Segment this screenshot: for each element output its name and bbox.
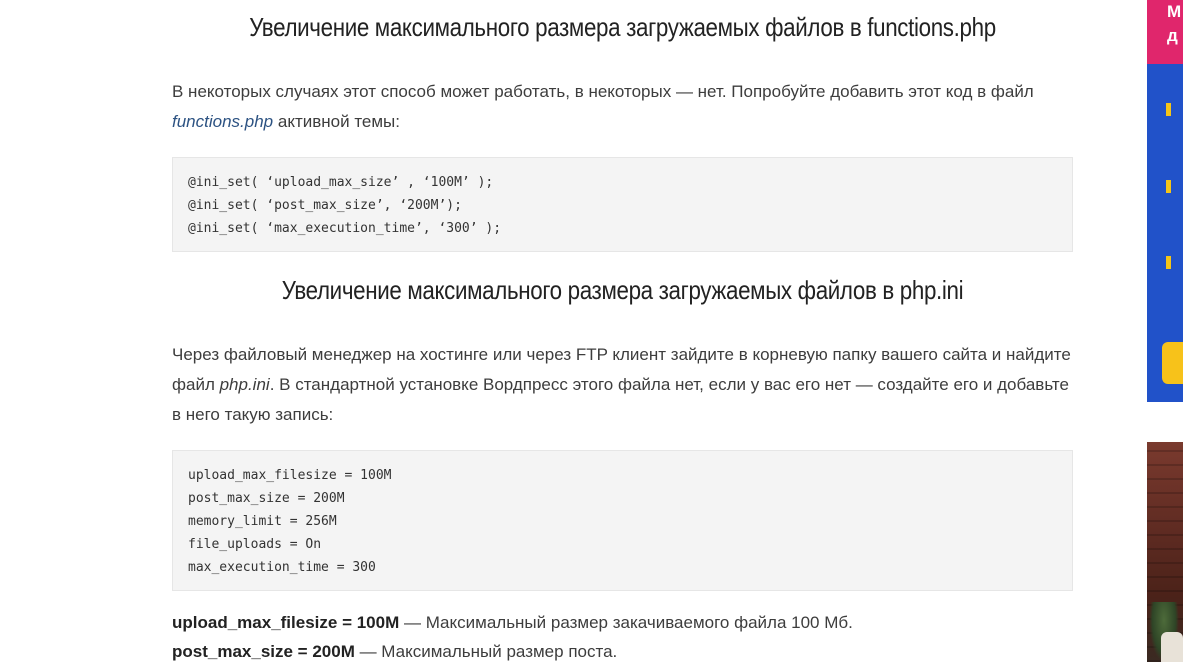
bullet-icon <box>1166 256 1171 269</box>
setting-note-post-max-size: post_max_size = 200M — Максимальный разм… <box>172 637 617 662</box>
paragraph-php-ini: Через файловый менеджер на хостинге или … <box>172 340 1073 430</box>
code-line: max_execution_time = 300 <box>188 560 376 575</box>
paragraph-text: активной темы: <box>273 112 401 131</box>
code-line: upload_max_filesize = 100M <box>188 468 392 483</box>
php-ini-filename: php.ini <box>219 375 270 394</box>
paragraph-text: . В стандартной установке Вордпресс этог… <box>172 375 1069 424</box>
setting-term: post_max_size = 200M <box>172 642 355 661</box>
setting-term: upload_max_filesize = 100M <box>172 613 400 632</box>
section-heading-php-ini: Увеличение максимального размера загружа… <box>281 275 964 305</box>
code-line: memory_limit = 256M <box>188 514 337 529</box>
code-block-functions-php: @ini_set( ‘upload_max_size’ , ‘100M’ ); @… <box>172 157 1073 252</box>
promo-cta-button[interactable] <box>1162 342 1183 384</box>
sidebar-promo-banner[interactable]: М д <box>1147 0 1183 402</box>
setting-description: — Максимальный размер закачиваемого файл… <box>399 613 853 632</box>
setting-note-upload-max-filesize: upload_max_filesize = 100M — Максимальны… <box>172 608 853 637</box>
section-heading-functions-php: Увеличение максимального размера загружа… <box>249 12 996 42</box>
person-image <box>1161 632 1183 662</box>
setting-description: — Максимальный размер поста. <box>354 642 618 661</box>
code-line: file_uploads = On <box>188 537 322 552</box>
paragraph-text: В некоторых случаях этот способ может ра… <box>172 82 1034 101</box>
bullet-icon <box>1166 103 1171 116</box>
code-line: post_max_size = 200M <box>188 491 345 506</box>
paragraph-functions-php: В некоторых случаях этот способ может ра… <box>172 77 1073 137</box>
code-line: @ini_set( ‘max_execution_time’, ‘300’ ); <box>188 221 502 236</box>
functions-php-link[interactable]: functions.php <box>172 112 273 131</box>
bullet-icon <box>1166 180 1171 193</box>
promo-heading: М д <box>1167 2 1182 45</box>
code-line: @ini_set( ‘upload_max_size’ , ‘100M’ ); <box>188 175 494 190</box>
code-block-php-ini: upload_max_filesize = 100M post_max_size … <box>172 450 1073 591</box>
code-line: @ini_set( ‘post_max_size’, ‘200M’); <box>188 198 462 213</box>
sidebar-photo-banner[interactable] <box>1147 442 1183 662</box>
promo-header: М д <box>1147 0 1183 64</box>
